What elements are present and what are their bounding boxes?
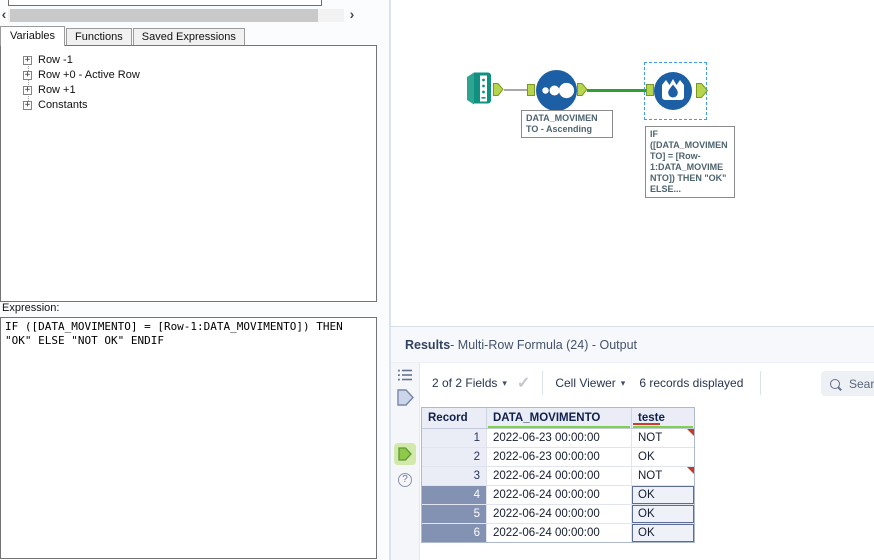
- input-anchor-icon: [527, 84, 535, 96]
- record-cell[interactable]: 5: [422, 505, 487, 523]
- apply-check-icon[interactable]: ✓: [517, 373, 530, 393]
- table-row[interactable]: 5 2022-06-24 00:00:00 OK: [422, 505, 694, 524]
- results-table-header: Record DATA_MOVIMENTO teste: [422, 408, 694, 429]
- cell-flag-icon: [687, 467, 694, 474]
- connection-sort-to-formula[interactable]: [587, 88, 647, 92]
- teste-cell[interactable]: OK: [632, 448, 694, 466]
- fields-dropdown[interactable]: 2 of 2 Fields: [432, 376, 497, 390]
- teste-cell[interactable]: OK: [632, 486, 694, 504]
- table-row[interactable]: 4 2022-06-24 00:00:00 OK: [422, 486, 694, 505]
- teste-cell[interactable]: OK: [632, 524, 694, 542]
- table-view-icon[interactable]: [391, 369, 419, 381]
- tree-item-label: Constants: [38, 99, 88, 111]
- tree-item-label: Row +1: [38, 84, 76, 96]
- table-row[interactable]: 2 2022-06-23 00:00:00 OK: [422, 448, 694, 467]
- results-table: Record DATA_MOVIMENTO teste 1 2022-06-23 …: [421, 407, 695, 543]
- expand-icon[interactable]: +: [23, 55, 32, 65]
- output-anchor-icon: [696, 83, 708, 98]
- connection-input-to-sort[interactable]: [504, 89, 527, 91]
- expand-icon[interactable]: +: [23, 85, 32, 95]
- sort-underline-green: [633, 426, 693, 428]
- tool-input-data[interactable]: [466, 72, 492, 110]
- input-anchor-icon: [646, 84, 654, 96]
- search-icon: [830, 378, 840, 389]
- sort-underline-green: [488, 426, 630, 428]
- cell-flag-icon: [687, 429, 694, 436]
- table-row[interactable]: 1 2022-06-23 00:00:00 NOT: [422, 429, 694, 448]
- tree-item-constants[interactable]: + Constants: [23, 98, 88, 112]
- chevron-down-icon[interactable]: ▾: [621, 378, 626, 389]
- data-movimento-cell[interactable]: 2022-06-24 00:00:00: [487, 505, 632, 523]
- tool-multi-row-formula[interactable]: [654, 72, 692, 115]
- expand-icon[interactable]: +: [23, 100, 32, 110]
- input-data-icon: [467, 72, 491, 105]
- results-toolbar: 2 of 2 Fields ▾ ✓ Cell Viewer ▾ 6 record…: [420, 363, 874, 403]
- input-anchor-view-icon[interactable]: [391, 389, 419, 406]
- column-header-teste[interactable]: teste: [632, 408, 694, 428]
- sort-icon: [536, 70, 577, 111]
- output-anchor-view-icon[interactable]: [391, 443, 419, 465]
- expand-icon[interactable]: +: [23, 70, 32, 80]
- expression-helper-tabs: Variables Functions Saved Expressions: [0, 26, 246, 46]
- column-header-record[interactable]: Record: [422, 408, 487, 428]
- data-movimento-cell[interactable]: 2022-06-24 00:00:00: [487, 524, 632, 542]
- tab-functions[interactable]: Functions: [66, 28, 132, 46]
- scroll-right-icon[interactable]: ›: [346, 7, 358, 23]
- data-movimento-cell[interactable]: 2022-06-24 00:00:00: [487, 467, 632, 485]
- tree-item-row-0-active[interactable]: + Row +0 - Active Row: [23, 68, 140, 82]
- teste-cell[interactable]: NOT: [632, 467, 694, 485]
- chevron-down-icon[interactable]: ▾: [502, 378, 507, 389]
- output-field-box: [8, 0, 322, 6]
- column-header-label: DATA_MOVIMENTO: [493, 412, 601, 424]
- column-header-data-movimento[interactable]: DATA_MOVIMENTO: [487, 408, 632, 428]
- expression-editor[interactable]: IF ([DATA_MOVIMENTO] = [Row-1:DATA_MOVIM…: [0, 317, 377, 559]
- variables-tree: + Row -1 + Row +0 - Active Row + Row +1 …: [0, 45, 377, 302]
- record-cell[interactable]: 1: [422, 429, 487, 447]
- cell-viewer-dropdown[interactable]: Cell Viewer: [555, 376, 615, 390]
- search-box[interactable]: [821, 371, 874, 396]
- formula-config-panel: ‹ › Variables Functions Saved Expression…: [0, 0, 389, 560]
- tree-item-row-plus-1[interactable]: + Row +1: [23, 83, 76, 97]
- expression-label: Expression:: [2, 302, 60, 314]
- data-movimento-cell[interactable]: 2022-06-23 00:00:00: [487, 448, 632, 466]
- record-cell[interactable]: 6: [422, 524, 487, 542]
- toolbar-divider: [760, 371, 762, 395]
- tree-item-label: Row -1: [38, 54, 73, 66]
- tree-item-row-minus-1[interactable]: + Row -1: [23, 53, 73, 67]
- table-row[interactable]: 6 2022-06-24 00:00:00 OK: [422, 524, 694, 542]
- record-cell[interactable]: 3: [422, 467, 487, 485]
- table-row[interactable]: 3 2022-06-24 00:00:00 NOT: [422, 467, 694, 486]
- record-cell[interactable]: 4: [422, 486, 487, 504]
- sort-annotation[interactable]: DATA_MOVIMEN TO - Ascending: [521, 110, 613, 138]
- results-title: Results - Multi-Row Formula (24) - Outpu…: [391, 327, 874, 363]
- formula-annotation[interactable]: IF ([DATA_MOVIMEN TO] = [Row- 1:DATA_MOV…: [645, 126, 735, 198]
- tab-saved-expressions[interactable]: Saved Expressions: [132, 28, 245, 46]
- modified-underline-red: [633, 423, 660, 425]
- results-title-bold: Results: [405, 337, 451, 352]
- toolbar-divider: [542, 371, 544, 395]
- tab-variables[interactable]: Variables: [0, 26, 66, 46]
- scrollbar-thumb[interactable]: [10, 9, 318, 22]
- results-icon-strip: ?: [391, 363, 420, 560]
- multi-row-formula-icon: [654, 72, 692, 110]
- data-movimento-cell[interactable]: 2022-06-23 00:00:00: [487, 429, 632, 447]
- output-anchor-icon: [493, 83, 504, 96]
- record-cell[interactable]: 2: [422, 448, 487, 466]
- alteryx-designer-window: ‹ › Variables Functions Saved Expression…: [0, 0, 874, 560]
- horizontal-scrollbar[interactable]: ‹ ›: [0, 7, 358, 23]
- data-movimento-cell[interactable]: 2022-06-24 00:00:00: [487, 486, 632, 504]
- records-displayed-text: 6 records displayed: [639, 376, 744, 390]
- tree-item-label: Row +0 - Active Row: [38, 69, 140, 81]
- teste-cell[interactable]: OK: [632, 505, 694, 523]
- help-icon[interactable]: ?: [391, 473, 419, 487]
- workflow-canvas[interactable]: DATA_MOVIMEN TO - Ascending IF ([DATA_MO…: [391, 0, 874, 326]
- teste-cell[interactable]: NOT: [632, 429, 694, 447]
- results-title-rest: - Multi-Row Formula (24) - Output: [450, 337, 638, 352]
- results-table-body: 1 2022-06-23 00:00:00 NOT 2 2022-06-23 00:00…: [422, 429, 694, 542]
- results-panel: Results - Multi-Row Formula (24) - Outpu…: [391, 326, 874, 560]
- search-input[interactable]: [847, 375, 874, 392]
- column-header-label: Record: [428, 412, 468, 424]
